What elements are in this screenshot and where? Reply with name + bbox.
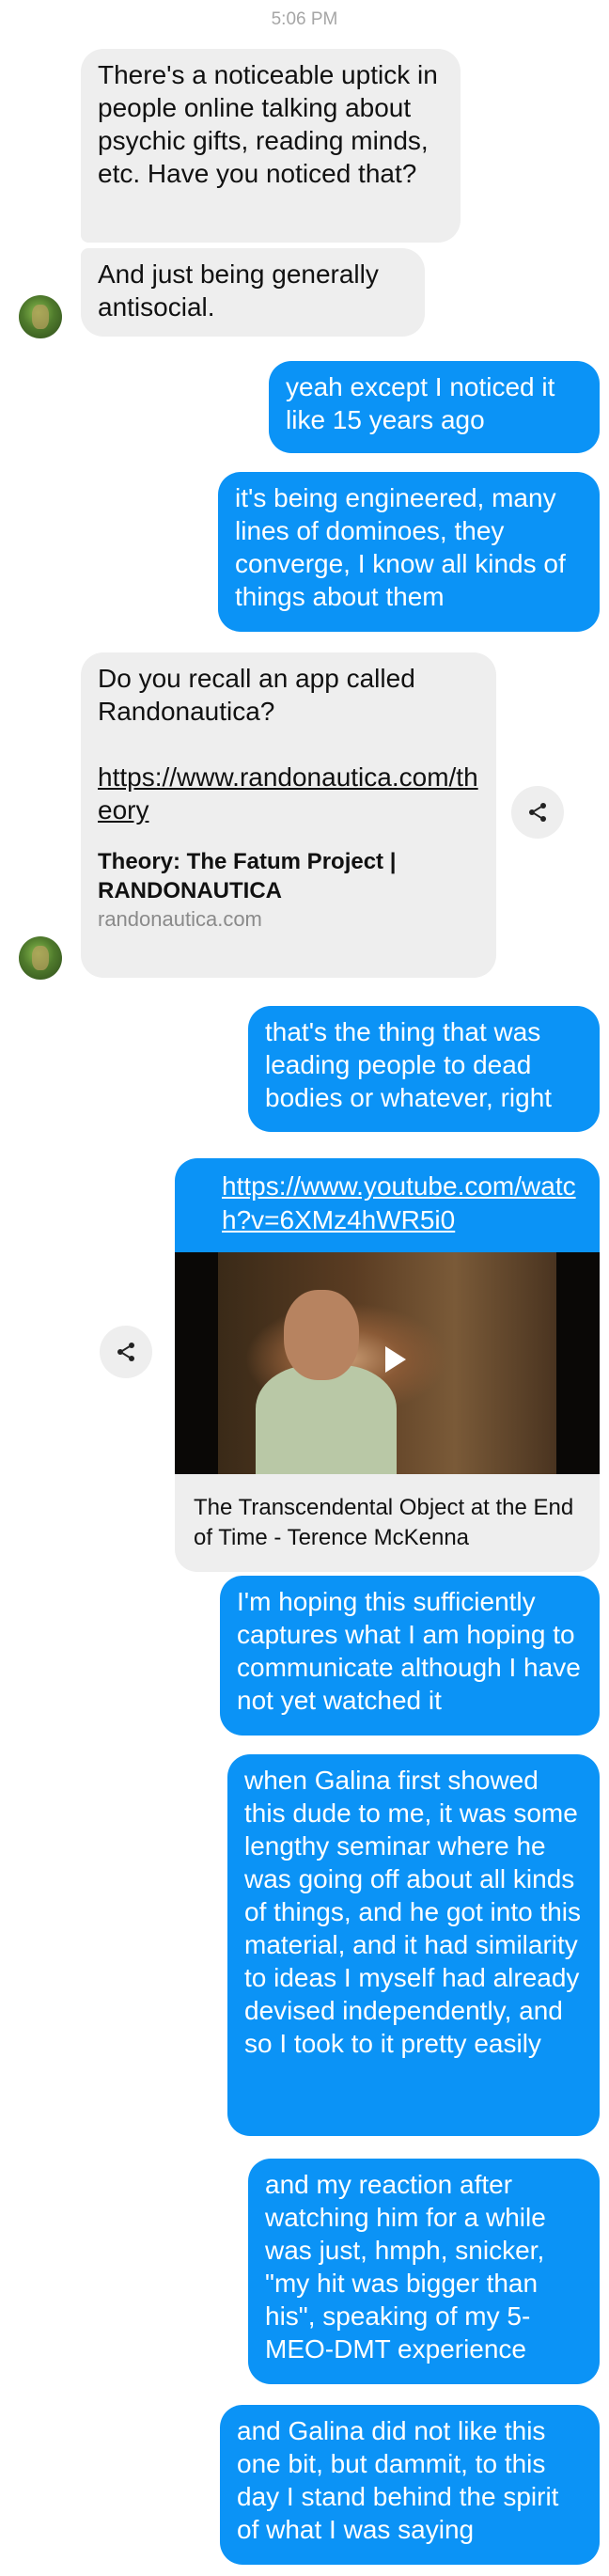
video-thumbnail[interactable] bbox=[175, 1252, 600, 1474]
link-preview-domain: randonautica.com bbox=[98, 907, 262, 931]
outgoing-message[interactable]: yeah except I noticed it like 15 years a… bbox=[269, 361, 600, 453]
outgoing-message[interactable]: that's the thing that was leading people… bbox=[248, 1006, 600, 1132]
share-icon bbox=[529, 803, 546, 822]
share-button[interactable] bbox=[100, 1326, 152, 1378]
message-link[interactable]: https://www.randonautica.com/theory bbox=[98, 761, 479, 826]
outgoing-message[interactable]: it's being engineered, many lines of dom… bbox=[218, 472, 600, 632]
outgoing-message[interactable]: I'm hoping this sufficiently captures wh… bbox=[220, 1576, 600, 1736]
link-preview-title[interactable]: Theory: The Fatum Project | RANDONAUTICA bbox=[98, 847, 479, 905]
incoming-message[interactable]: There's a noticeable uptick in people on… bbox=[81, 49, 461, 243]
timestamp: 5:06 PM bbox=[271, 9, 338, 29]
incoming-message[interactable]: And just being generally antisocial. bbox=[81, 248, 425, 337]
video-title[interactable]: The Transcendental Object at the End of … bbox=[175, 1474, 600, 1572]
outgoing-message[interactable]: and Galina did not like this one bit, bu… bbox=[220, 2405, 600, 2565]
share-icon bbox=[117, 1343, 134, 1361]
contact-avatar[interactable] bbox=[19, 936, 62, 980]
share-button[interactable] bbox=[511, 786, 564, 839]
message-text: Do you recall an app called Randonautica… bbox=[98, 664, 415, 726]
outgoing-message[interactable]: and my reaction after watching him for a… bbox=[248, 2159, 600, 2384]
play-icon[interactable] bbox=[385, 1346, 406, 1373]
contact-avatar[interactable] bbox=[19, 295, 62, 338]
video-link-message[interactable]: https://www.youtube.com/watch?v=6XMz4hWR… bbox=[175, 1158, 600, 1572]
incoming-link-message[interactable]: Do you recall an app called Randonautica… bbox=[81, 652, 496, 978]
outgoing-message[interactable]: when Galina first showed this dude to me… bbox=[227, 1754, 600, 2136]
video-link[interactable]: https://www.youtube.com/watch?v=6XMz4hWR… bbox=[175, 1158, 600, 1252]
